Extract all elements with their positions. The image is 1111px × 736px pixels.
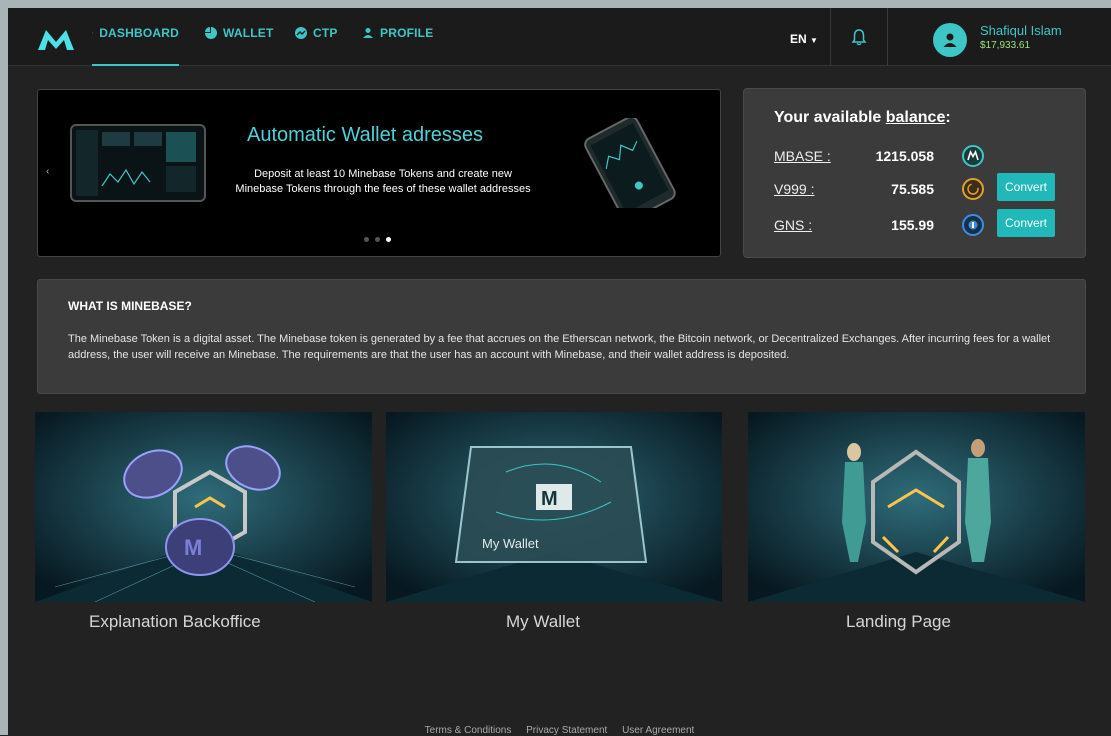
nav-ctp-label: CTP — [313, 26, 338, 40]
balance-value: 75.585 — [891, 181, 934, 197]
balance-row-gns: GNS : 155.99 Convert — [774, 213, 1064, 237]
language-label: EN — [790, 32, 807, 46]
trend-icon — [295, 27, 307, 39]
user-icon — [941, 31, 959, 49]
promo-carousel[interactable]: ‹ Automatic Wallet adresses Deposit at l… — [37, 89, 721, 257]
balance-title: Your available balance: — [774, 109, 951, 127]
balance-link[interactable]: balance — [886, 109, 946, 126]
nav-profile[interactable]: PROFILE — [362, 26, 433, 66]
svg-text:M: M — [541, 488, 558, 510]
card-caption[interactable]: Landing Page — [846, 612, 951, 632]
footer-link-privacy[interactable]: Privacy Statement — [526, 725, 607, 736]
wallet-image: M My Wallet — [386, 412, 722, 602]
balance-label[interactable]: MBASE : — [774, 148, 831, 164]
card-caption[interactable]: Explanation Backoffice — [89, 612, 261, 632]
avatar[interactable] — [933, 23, 967, 57]
user-icon — [362, 27, 374, 39]
gns-coin-icon — [962, 214, 984, 236]
card-caption[interactable]: My Wallet — [506, 612, 580, 632]
balance-value: 1215.058 — [876, 148, 934, 164]
carousel-text: Deposit at least 10 Minebase Tokens and … — [218, 167, 548, 197]
footer-link-agreement[interactable]: User Agreement — [622, 725, 694, 736]
svg-text:M: M — [184, 535, 202, 560]
balance-panel: Your available balance: MBASE : 1215.058… — [743, 88, 1086, 258]
wallet-art-text: My Wallet — [482, 536, 539, 551]
balance-row-v999: V999 : 75.585 Convert — [774, 177, 1064, 201]
convert-gns-button[interactable]: Convert — [997, 209, 1055, 237]
landing-image — [748, 412, 1085, 602]
carousel-dot-active[interactable] — [386, 237, 391, 242]
language-selector[interactable]: EN ▼ — [790, 32, 818, 46]
user-name[interactable]: Shafiqul Islam — [980, 23, 1062, 38]
carousel-dot[interactable] — [364, 237, 369, 242]
balance-row-mbase: MBASE : 1215.058 — [774, 144, 1064, 168]
phone-image — [568, 118, 688, 208]
footer: Terms & Conditions Privacy Statement Use… — [8, 725, 1111, 736]
balance-value: 155.99 — [891, 217, 934, 233]
nav-ctp[interactable]: CTP — [295, 26, 338, 66]
backoffice-image: M — [35, 412, 372, 602]
carousel-dot[interactable] — [375, 237, 380, 242]
card-landing-page[interactable] — [748, 412, 1085, 602]
balance-label[interactable]: GNS : — [774, 217, 812, 233]
caret-down-icon: ▼ — [810, 36, 818, 45]
balance-label[interactable]: V999 : — [774, 181, 814, 197]
about-section: WHAT IS MINEBASE? The Minebase Token is … — [37, 279, 1086, 394]
nav-dashboard-label: DASHBOARD — [99, 26, 179, 40]
top-navbar: DASHBOARD WALLET CTP PROFILE EN ▼ Shafiq… — [8, 0, 1111, 66]
nav-dashboard[interactable]: DASHBOARD — [92, 26, 179, 66]
list-icon — [92, 27, 93, 39]
convert-v999-button[interactable]: Convert — [997, 173, 1055, 201]
nav-wallet[interactable]: WALLET — [205, 26, 274, 66]
carousel-prev-arrow[interactable]: ‹ — [46, 166, 49, 177]
nav-profile-label: PROFILE — [380, 26, 433, 40]
v999-coin-icon — [962, 178, 984, 200]
footer-link-terms[interactable]: Terms & Conditions — [425, 725, 512, 736]
nav-wallet-label: WALLET — [223, 26, 274, 40]
about-title: WHAT IS MINEBASE? — [68, 299, 192, 313]
minebase-logo[interactable] — [36, 26, 76, 52]
user-balance: $17,933.61 — [980, 40, 1030, 51]
card-my-wallet[interactable]: M My Wallet — [386, 412, 722, 602]
divider — [830, 8, 831, 66]
mbase-coin-icon — [962, 145, 984, 167]
about-text: The Minebase Token is a digital asset. T… — [68, 331, 1068, 363]
pie-chart-icon — [205, 27, 217, 39]
divider — [887, 8, 888, 66]
card-explanation-backoffice[interactable]: M — [35, 412, 372, 602]
bell-icon[interactable] — [851, 28, 867, 46]
carousel-indicators — [364, 237, 391, 242]
